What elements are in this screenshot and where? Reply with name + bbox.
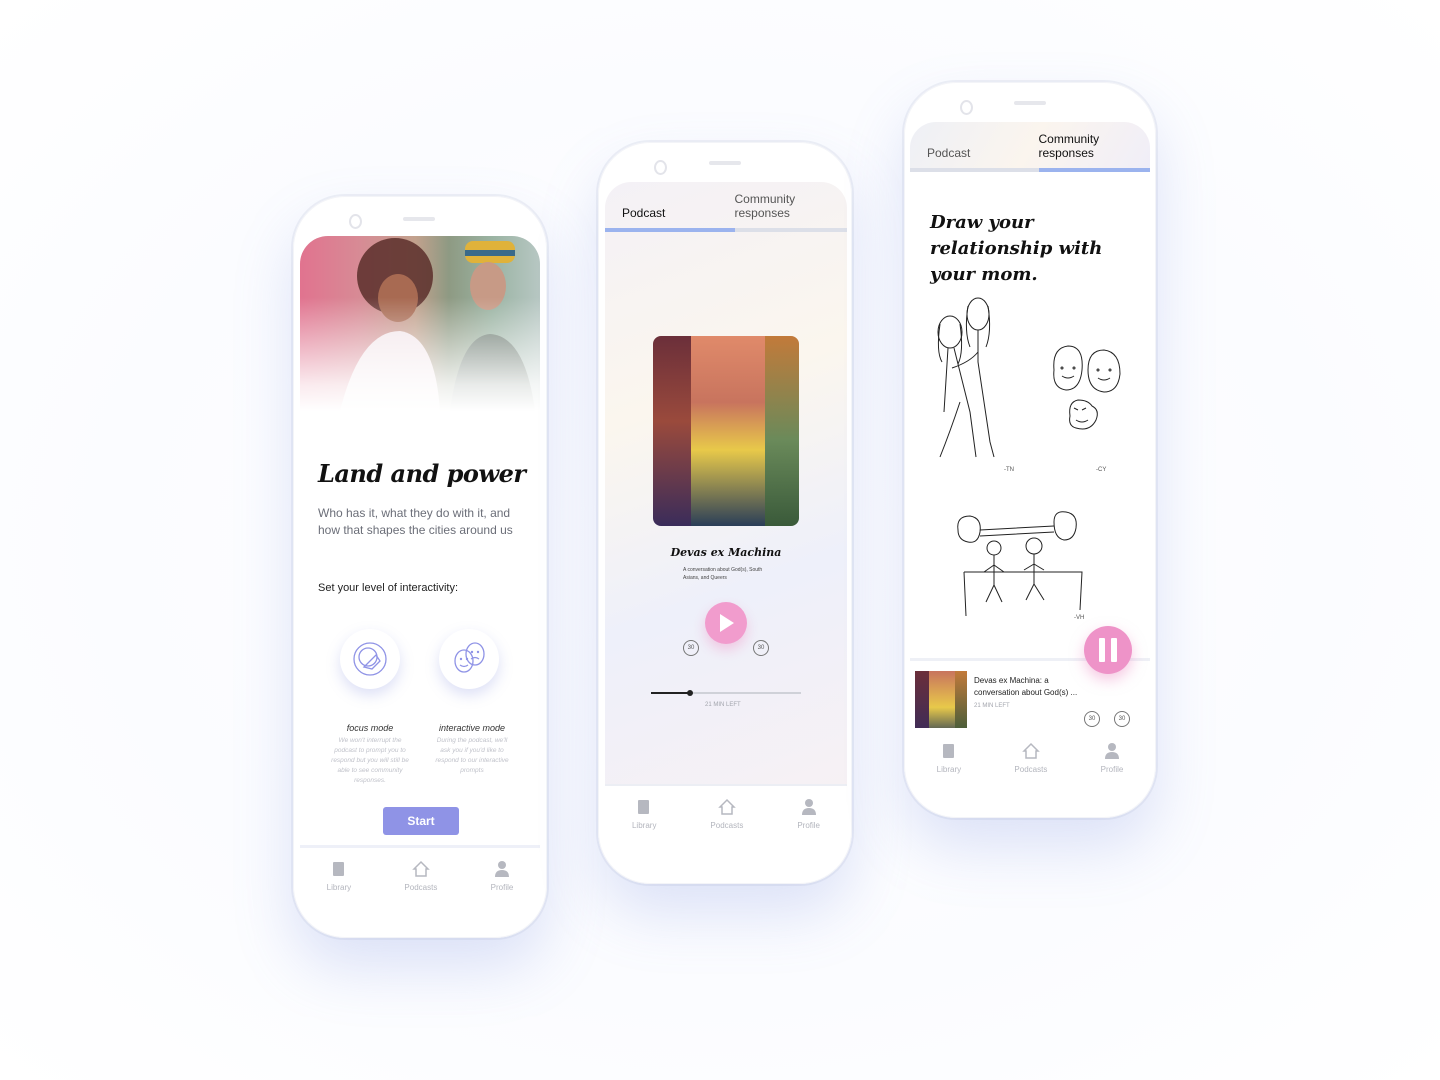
nav-library[interactable]: Library [632,798,656,830]
tab-bar: Podcast Community responses [910,122,1150,172]
play-button[interactable] [705,602,747,644]
nav-podcasts-label: Podcasts [710,821,744,830]
nav-profile[interactable]: Profile [1100,742,1124,774]
drawing-response-1 [937,297,995,458]
nav-library-label: Library [631,821,657,830]
nav-library-label: Library [936,765,962,774]
phone-player: Podcast Community responses Devas ex Mac… [598,142,852,884]
home-icon [718,798,736,815]
mini-skip-forward-button[interactable]: 30 [1114,711,1130,727]
interactivity-prompt: Set your level of interactivity: [318,582,459,594]
drawing-signature-3: -VH [1074,615,1085,621]
nav-library[interactable]: Library [937,742,961,774]
focus-mode-label: focus mode [346,723,394,733]
tab-community-responses[interactable]: Community responses [1038,122,1150,172]
episode-description: A conversation about God(s), South Asian… [683,567,763,581]
focus-mode-icon [353,642,387,676]
mini-player-title: Devas ex Machina: a conversation about G… [974,676,1078,697]
tab-podcast[interactable]: Podcast [605,182,735,232]
page-subtitle: Who has it, what they do with it, and ho… [318,506,513,537]
community-prompt: Draw your relationship with your mom. [930,212,1103,285]
nav-profile-label: Profile [490,883,514,892]
front-camera [960,100,973,115]
onboarding-screen: Land and power Who has it, what they do … [300,236,540,930]
bottom-navbar: Library Podcasts Profile [300,845,540,930]
interactive-mode-label: interactive mode [438,723,506,733]
library-icon [942,744,954,758]
episode-title: Devas ex Machina [670,546,782,559]
progress-bar[interactable] [651,690,801,696]
speaker-grille [1014,101,1046,105]
drawing-response-3 [957,511,1083,617]
nav-profile[interactable]: Profile [490,860,514,892]
phone-onboarding: Land and power Who has it, what they do … [293,196,547,938]
mini-player-time-left: 21 MIN LEFT [974,703,1010,709]
nav-library[interactable]: Library [327,860,351,892]
tab-podcast[interactable]: Podcast [910,122,1039,172]
skip-back-button[interactable]: 30 [683,640,699,656]
phone-community: Podcast Community responses Draw your re… [904,82,1156,818]
mini-skip-back-button[interactable]: 30 [1084,711,1100,727]
progress-knob[interactable] [687,690,693,696]
play-icon [720,614,734,632]
nav-podcasts-label: Podcasts [1014,765,1048,774]
drawing-signature-1: -TN [1004,467,1014,473]
focus-mode-button[interactable] [340,629,400,689]
drawing-response-2 [1053,345,1121,430]
drawing-signature-2: -CY [1096,467,1107,473]
profile-icon [494,861,509,877]
skip-forward-button[interactable]: 30 [753,640,769,656]
home-icon [412,860,430,877]
profile-icon [801,799,816,815]
player-screen: Podcast Community responses Devas ex Mac… [605,182,847,876]
speaker-grille [709,161,741,165]
time-left: 21 MIN LEFT [705,702,741,708]
hero-image [300,236,540,411]
focus-mode-description: We won't interrupt the podcast to prompt… [331,737,409,784]
player-content: Podcast Community responses Devas ex Mac… [605,182,847,798]
page-title: Land and power [318,459,526,488]
profile-icon [1104,743,1119,759]
bottom-navbar: Library Podcasts Profile [910,728,1150,810]
start-button[interactable]: Start [383,807,459,835]
library-icon [332,862,344,876]
tab-bar: Podcast Community responses [605,182,847,232]
library-icon [638,800,650,814]
front-camera [654,160,667,175]
tab-community-responses[interactable]: Community responses [734,182,847,232]
community-screen: Podcast Community responses Draw your re… [910,122,1150,810]
episode-cover [653,336,799,526]
progress-fill [651,692,690,694]
bottom-navbar: Library Podcasts Profile [605,784,847,876]
nav-library-label: Library [326,883,352,892]
interactive-mode-icon [454,642,485,673]
front-camera [349,214,362,229]
pause-icon [1099,638,1117,662]
pause-button[interactable] [1084,626,1132,674]
interactive-mode-description: During the podcast, we'll ask you if you… [435,737,509,774]
nav-podcasts[interactable]: Podcasts [404,860,437,892]
nav-podcasts-label: Podcasts [404,883,438,892]
nav-profile[interactable]: Profile [797,798,820,830]
nav-profile-label: Profile [797,821,820,830]
nav-profile-label: Profile [1100,765,1124,774]
nav-podcasts[interactable]: Podcasts [710,798,743,830]
home-icon [1022,742,1040,759]
interactive-mode-button[interactable] [439,629,499,689]
nav-podcasts[interactable]: Podcasts [1014,742,1047,774]
speaker-grille [403,217,435,221]
